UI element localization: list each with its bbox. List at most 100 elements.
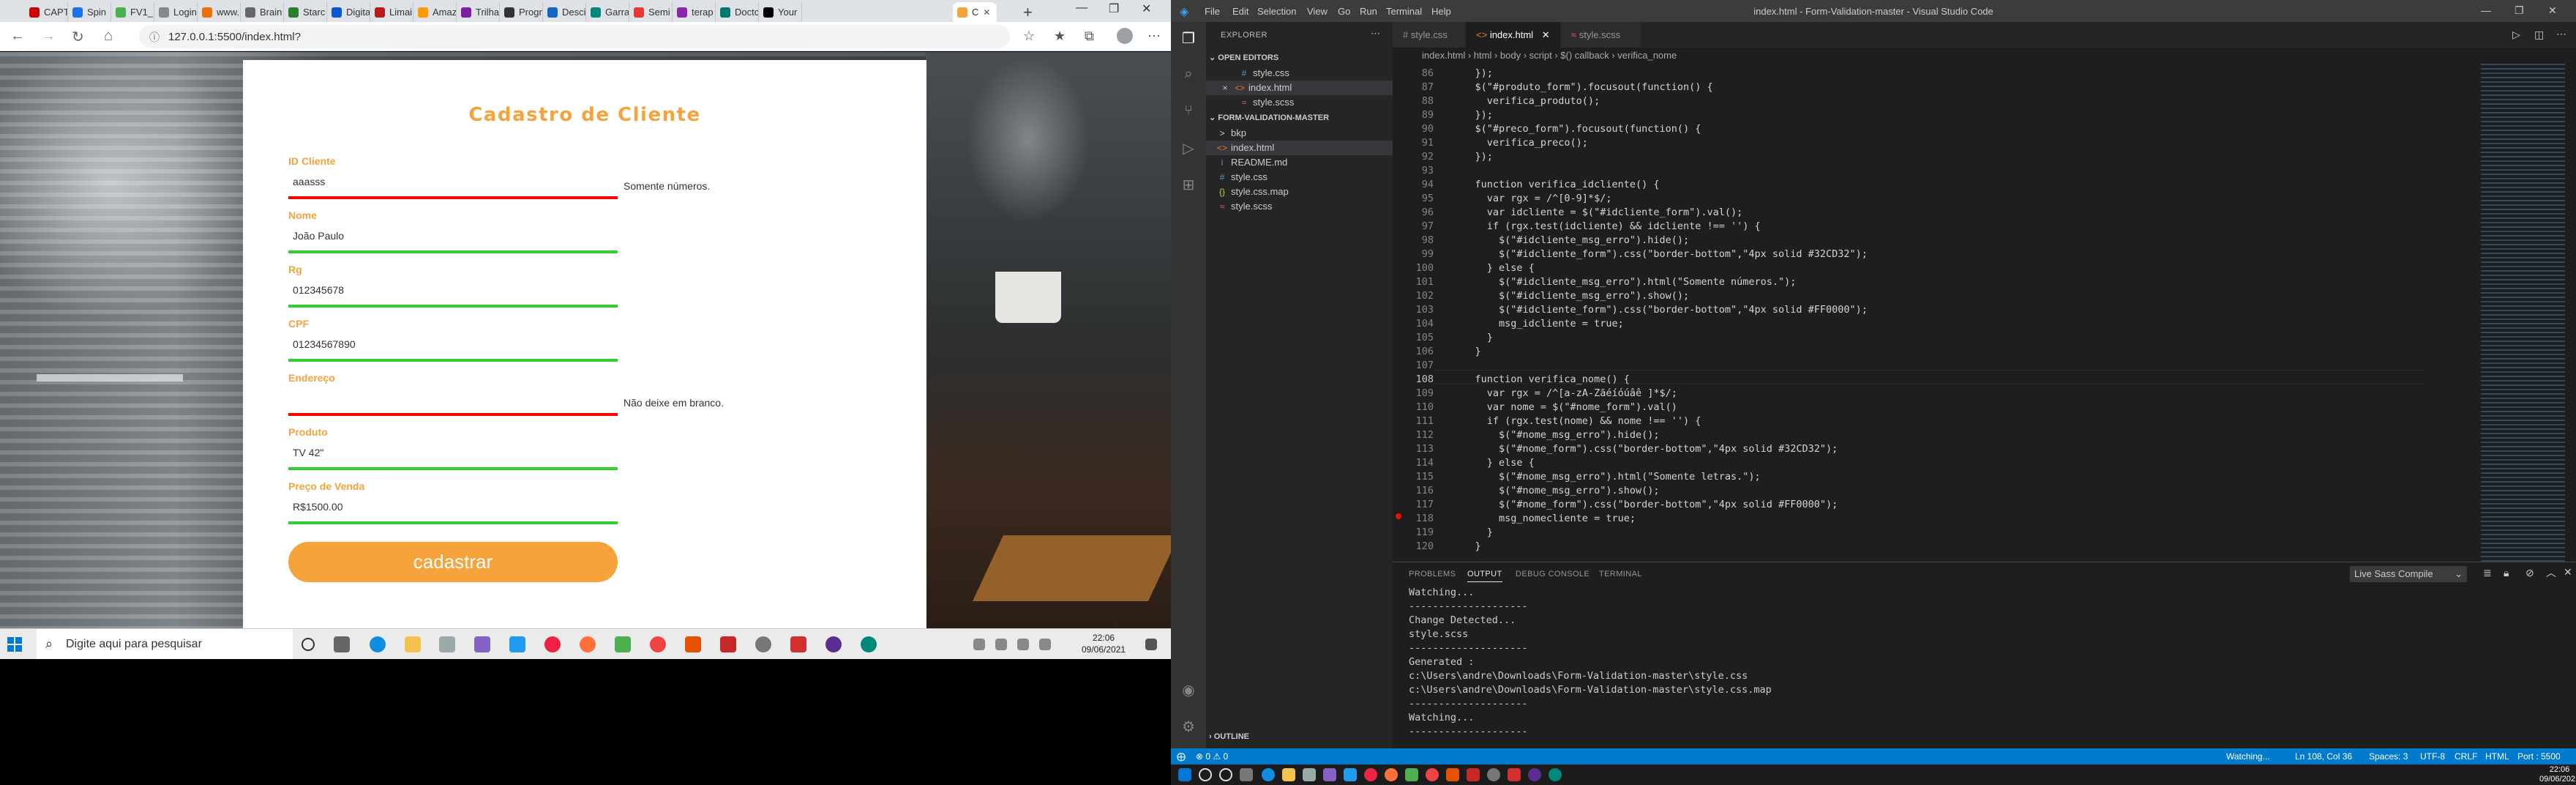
menu-edit[interactable]: Edit (1232, 6, 1248, 17)
office-icon[interactable] (1446, 768, 1459, 781)
split-editor-icon[interactable]: ◫ (2534, 29, 2544, 41)
run-debug-icon[interactable]: ▷ (1180, 139, 1197, 157)
cortana-icon[interactable] (302, 638, 315, 651)
maximize-icon[interactable]: ❐ (2515, 4, 2524, 17)
browser-tab[interactable]: Semi (629, 2, 673, 22)
forward-icon[interactable]: → (41, 28, 56, 45)
encoding[interactable]: UTF-8 (2420, 748, 2445, 764)
endereco-input[interactable] (288, 387, 618, 416)
extensions-icon[interactable]: ⧉ (1085, 29, 1094, 44)
panel-tab-problems[interactable]: PROBLEMS (1409, 570, 1456, 578)
panel-tab-terminal[interactable]: TERMINAL (1599, 570, 1642, 578)
menu-file[interactable]: File (1205, 6, 1220, 17)
file-explorer-icon[interactable] (1282, 768, 1295, 781)
browser-tab[interactable]: FV1_ (111, 2, 154, 22)
open-editor-item[interactable]: × <> index.html (1206, 81, 1393, 95)
file-item[interactable]: i README.md (1206, 155, 1393, 170)
panel-tab-output[interactable]: OUTPUT (1467, 570, 1502, 582)
menu-help[interactable]: Help (1431, 6, 1451, 17)
task-view-icon[interactable] (334, 636, 350, 652)
nome-input[interactable]: João Paulo (288, 224, 618, 253)
clear-output-icon[interactable]: ⊘ (2526, 567, 2534, 579)
settings-icon[interactable] (755, 636, 771, 652)
file-explorer-icon[interactable] (405, 636, 421, 652)
reload-icon[interactable]: ↻ (72, 28, 84, 46)
volume-icon[interactable] (1017, 639, 1029, 650)
code-editor[interactable]: 86 }); 87 $("#produto_form").focusout(fun… (1393, 64, 2425, 562)
tab-style-css[interactable]: # style.css (1393, 22, 1466, 48)
browser-tab[interactable]: Trilha (457, 2, 500, 22)
calculator-icon[interactable] (615, 636, 631, 652)
panel-tab-debug-console[interactable]: DEBUG CONSOLE (1516, 570, 1590, 578)
problems-count[interactable]: ⊗ 0 ⚠ 0 (1196, 748, 1228, 764)
tray-icon[interactable] (973, 639, 985, 650)
live-server-port[interactable]: Port : 5500 (2517, 748, 2561, 764)
close-editor-icon[interactable]: × (1219, 81, 1231, 95)
browser-tab[interactable]: Limai (370, 2, 413, 22)
language-mode[interactable]: HTML (2485, 748, 2509, 764)
app-teal-icon[interactable] (861, 636, 877, 652)
file-item[interactable]: {} style.css.map (1206, 185, 1393, 199)
browser-tab[interactable]: Garra (586, 2, 629, 22)
menu-selection[interactable]: Selection (1257, 6, 1296, 17)
tab-style-scss[interactable]: ≈ style.scss (1561, 22, 1641, 48)
network-icon[interactable] (995, 639, 1007, 650)
profile-avatar[interactable] (1117, 28, 1133, 44)
notifications-icon[interactable] (1145, 639, 1157, 650)
more-actions-icon[interactable]: ⋯ (2556, 28, 2566, 40)
taskbar-clock[interactable]: 22:06 09/06/2021 (1082, 632, 1126, 655)
office-icon[interactable] (685, 636, 701, 652)
menu-terminal[interactable]: Terminal (1386, 6, 1422, 17)
open-editors-section[interactable]: ⌄ OPEN EDITORS (1209, 53, 1278, 62)
browser-tab[interactable]: terap (673, 2, 716, 22)
calculator-icon[interactable] (1405, 768, 1418, 781)
end-of-line[interactable]: CRLF (2455, 748, 2477, 764)
breakpoint-icon[interactable] (1396, 513, 1401, 519)
more-actions-icon[interactable]: ⋯ (1371, 28, 1380, 40)
cortana-icon[interactable] (1219, 768, 1232, 781)
favorites-icon[interactable]: ★ (1054, 29, 1066, 44)
windows-start-icon[interactable] (7, 637, 22, 652)
address-bar[interactable]: ⓘ 127.0.0.1:5500/index.html? (139, 25, 1010, 48)
edge-icon[interactable] (1262, 768, 1275, 781)
windows-start-icon[interactable] (1178, 768, 1191, 781)
outline-section[interactable]: › OUTLINE (1209, 732, 1249, 741)
breadcrumb[interactable]: index.html › html › body › script › $() … (1393, 48, 2576, 64)
vscode-icon[interactable] (509, 636, 525, 652)
edge-icon[interactable] (370, 636, 386, 652)
explorer-icon[interactable]: ❐ (1180, 29, 1197, 47)
app-red-icon[interactable] (1467, 768, 1480, 781)
project-section[interactable]: ⌄ FORM-VALIDATION-MASTER (1209, 113, 1329, 122)
source-control-icon[interactable]: ⑂ (1180, 103, 1197, 120)
open-editor-item[interactable]: # style.css (1206, 66, 1393, 81)
maximize-panel-icon[interactable]: ︿ (2546, 565, 2556, 580)
settings-gear-icon[interactable]: ⚙ (1180, 718, 1197, 735)
menu-view[interactable]: View (1307, 6, 1328, 17)
app-purple-icon[interactable] (1528, 768, 1541, 781)
tab-index-html[interactable]: <> index.html ✕ (1466, 22, 1561, 48)
preco-input[interactable]: R$1500.00 (288, 495, 618, 524)
file-item[interactable]: # style.css (1206, 170, 1393, 185)
new-tab-button[interactable]: + (1023, 3, 1033, 22)
browser-tab[interactable]: Login (154, 2, 198, 22)
visual-studio-icon[interactable] (474, 636, 490, 652)
list-filter-icon[interactable]: ≣ (2483, 567, 2492, 579)
output-channel-select[interactable]: Live Sass Compile ⌄ (2350, 566, 2467, 582)
run-icon[interactable]: ▷ (2512, 29, 2520, 41)
minimap[interactable] (2481, 64, 2565, 562)
remote-icon[interactable]: ⨁ (1177, 748, 1186, 764)
browser-tab[interactable]: Starc (284, 2, 327, 22)
close-tab-icon[interactable]: ✕ (983, 7, 990, 18)
folder-item[interactable]: > bkp (1206, 126, 1393, 141)
browser-tab[interactable]: Progr (500, 2, 543, 22)
minimize-icon[interactable]: — (2481, 4, 2491, 16)
file-item[interactable]: <> index.html (1206, 141, 1393, 155)
firefox-icon[interactable] (1385, 768, 1398, 781)
browser-tab[interactable]: Doctc (716, 2, 759, 22)
open-editor-item[interactable]: ≈ style.scss (1206, 95, 1393, 110)
close-window-icon[interactable]: ✕ (1142, 1, 1151, 16)
taskbar-clock-secondary[interactable]: 22:06 09/06/2021 (2539, 765, 2576, 784)
battery-icon[interactable] (1039, 639, 1051, 650)
firefox-icon[interactable] (580, 636, 596, 652)
more-menu-icon[interactable]: ⋯ (1147, 29, 1161, 44)
